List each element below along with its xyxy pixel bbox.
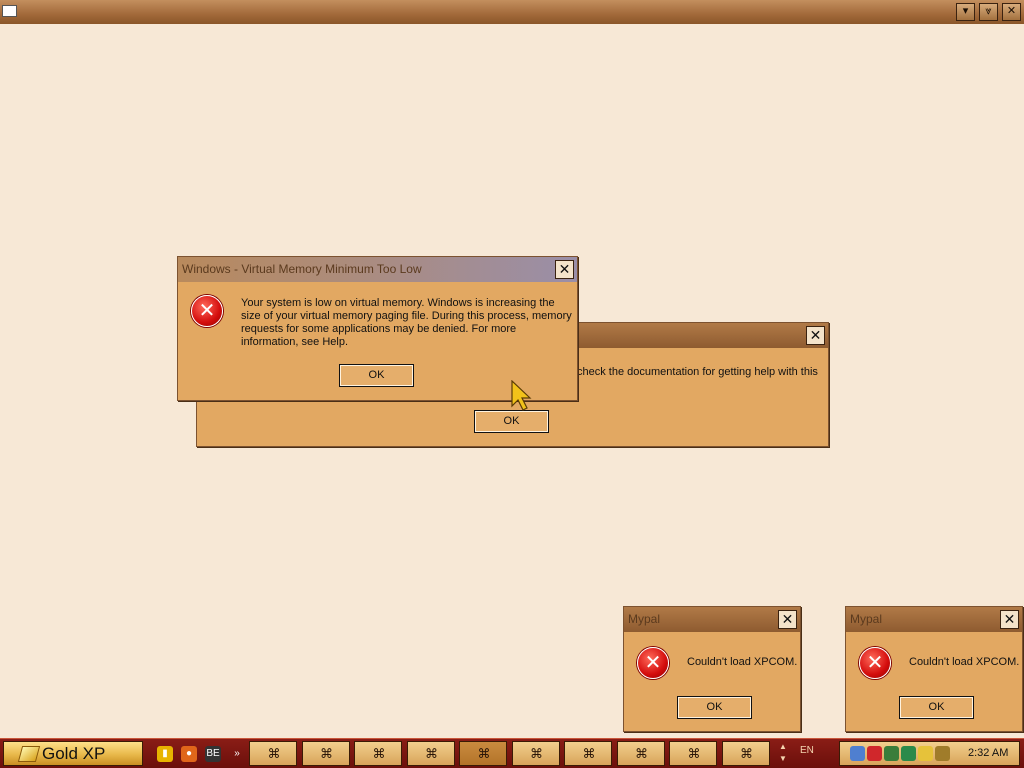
media-icon[interactable]: BE bbox=[205, 746, 221, 762]
minimize-icon: ▾ bbox=[962, 5, 969, 17]
dropdown-button[interactable]: ⩔ bbox=[979, 3, 998, 21]
language-indicator[interactable]: EN bbox=[800, 745, 814, 756]
dialog-title: Mypal bbox=[850, 612, 883, 626]
mypal-error-dialog-2: Mypal ✕ ✕ Couldn't load XPCOM. OK bbox=[845, 606, 1023, 732]
close-icon: ✕ bbox=[1003, 611, 1016, 627]
taskbar-window-button[interactable]: ⌘ bbox=[354, 741, 402, 766]
dialog-message: Couldn't load XPCOM. bbox=[909, 656, 1020, 668]
close-icon: ✕ bbox=[1006, 5, 1017, 17]
taskbar-scroll[interactable]: ▲ ▼ bbox=[776, 741, 790, 767]
error-icon: ✕ bbox=[859, 647, 891, 679]
dialog-close-button[interactable]: ✕ bbox=[806, 326, 825, 345]
start-label: Gold XP bbox=[42, 744, 106, 763]
user-icon[interactable] bbox=[884, 746, 899, 761]
chevron-right-icon[interactable]: » bbox=[229, 746, 245, 762]
wrench-icon[interactable] bbox=[935, 746, 950, 761]
app-icon: ⌘ bbox=[267, 746, 281, 761]
taskbar-window-button[interactable]: ⌘ bbox=[301, 741, 350, 766]
app-title-bar: ▾ ⩔ ✕ bbox=[0, 0, 1024, 24]
app-icon: ⌘ bbox=[687, 746, 701, 761]
mypal-error-dialog-1: Mypal ✕ ✕ Couldn't load XPCOM. OK bbox=[623, 606, 801, 732]
app-icon: ⌘ bbox=[635, 746, 648, 761]
app-icon: ⌘ bbox=[582, 746, 596, 761]
ok-button[interactable]: OK bbox=[677, 696, 752, 719]
taskbar-window-button[interactable]: ⌘ bbox=[564, 741, 612, 766]
dialog-titlebar: Mypal ✕ bbox=[846, 607, 1022, 632]
folder-icon[interactable]: ▮ bbox=[157, 746, 173, 762]
scroll-down-icon[interactable]: ▼ bbox=[776, 753, 790, 765]
minimize-button[interactable]: ▾ bbox=[956, 3, 975, 21]
taskbar: Gold XP ▮ ● BE » ⌘ ⌘ ⌘ ⌘ ⌘ ⌘ ⌘ ⌘ ⌘ ⌘ ▲ ▼ EN 2:32 AM bbox=[0, 738, 1024, 768]
dialog-close-button[interactable]: ✕ bbox=[778, 610, 797, 629]
dialog-titlebar: Windows - Virtual Memory Minimum Too Low… bbox=[178, 257, 577, 282]
close-button[interactable]: ✕ bbox=[1002, 3, 1021, 21]
smiley-icon[interactable] bbox=[918, 746, 933, 761]
taskbar-window-button[interactable]: ⌘ bbox=[721, 741, 770, 766]
dialog-message: Your system is low on virtual memory. Wi… bbox=[241, 297, 572, 348]
dialog-close-button[interactable]: ✕ bbox=[555, 260, 574, 279]
taskbar-window-button[interactable]: ⌘ bbox=[459, 741, 507, 766]
app-icon: ⌘ bbox=[372, 746, 386, 761]
dialog-title: Windows - Virtual Memory Minimum Too Low bbox=[182, 262, 422, 276]
error-icon: ✕ bbox=[637, 647, 669, 679]
error-icon: ✕ bbox=[191, 295, 223, 327]
close-icon: ✕ bbox=[558, 261, 571, 277]
dialog-title: Mypal bbox=[628, 612, 661, 626]
window-icon[interactable] bbox=[2, 5, 17, 17]
start-button[interactable]: Gold XP bbox=[3, 741, 143, 766]
dialog-message: check the documentation for getting help… bbox=[577, 366, 818, 378]
ok-button[interactable]: OK bbox=[474, 410, 549, 433]
taskbar-window-button[interactable]: ⌘ bbox=[669, 741, 717, 766]
app-icon: ⌘ bbox=[530, 746, 543, 761]
dialog-close-button[interactable]: ✕ bbox=[1000, 610, 1019, 629]
start-logo-icon bbox=[17, 746, 41, 762]
taskbar-window-button[interactable]: ⌘ bbox=[616, 741, 665, 766]
close-icon: ✕ bbox=[781, 611, 794, 627]
app-icon: ⌘ bbox=[740, 746, 753, 761]
taskbar-window-button[interactable]: ⌘ bbox=[406, 741, 455, 766]
globe-icon[interactable] bbox=[901, 746, 916, 761]
app-icon: ⌘ bbox=[425, 746, 438, 761]
security-shield-icon[interactable] bbox=[867, 746, 882, 761]
system-tray: 2:32 AM bbox=[839, 741, 1020, 766]
clock[interactable]: 2:32 AM bbox=[968, 747, 1008, 759]
taskbar-window-button[interactable]: ⌘ bbox=[511, 741, 560, 766]
firefox-icon[interactable]: ● bbox=[181, 746, 197, 762]
chevron-down-icon: ⩔ bbox=[985, 5, 992, 17]
ok-button[interactable]: OK bbox=[339, 364, 414, 387]
close-icon: ✕ bbox=[809, 327, 822, 343]
app-icon: ⌘ bbox=[320, 746, 333, 761]
taskbar-window-button[interactable]: ⌘ bbox=[249, 741, 297, 766]
network-icon[interactable] bbox=[850, 746, 865, 761]
dialog-message: Couldn't load XPCOM. bbox=[687, 656, 798, 668]
app-icon: ⌘ bbox=[477, 746, 491, 761]
mouse-cursor-icon bbox=[511, 380, 532, 411]
dialog-titlebar: Mypal ✕ bbox=[624, 607, 800, 632]
scroll-up-icon[interactable]: ▲ bbox=[776, 741, 790, 753]
ok-button[interactable]: OK bbox=[899, 696, 974, 719]
